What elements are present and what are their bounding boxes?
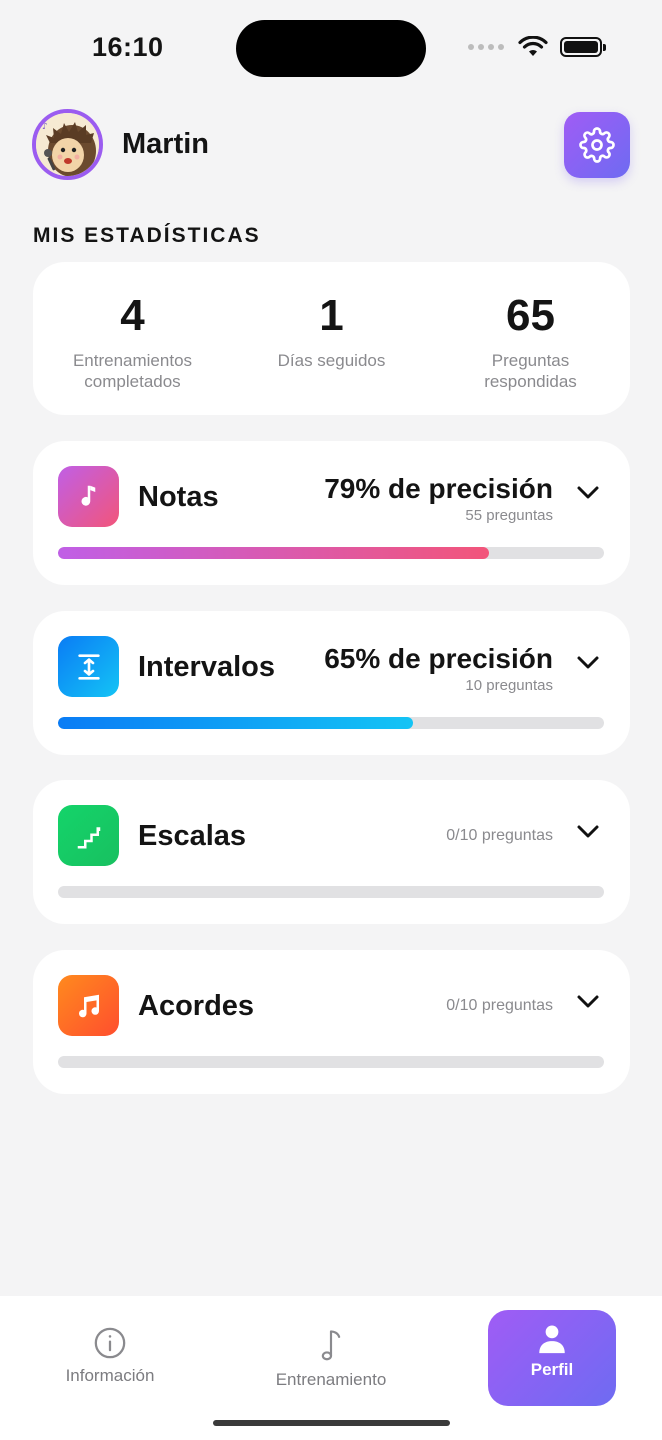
person-icon (539, 1325, 565, 1354)
progress-fill (58, 717, 413, 729)
info-icon (94, 1327, 126, 1359)
summary-value: 4 (120, 291, 145, 340)
tab-label: Perfil (530, 1360, 574, 1379)
category-card-escalas[interactable]: Escalas 0/10 preguntas (33, 780, 630, 924)
summary-label: Entrenamientos completados (72, 351, 193, 391)
summary-trainings: 4 Entrenamientos completados (33, 262, 232, 415)
chevron-down-icon[interactable] (576, 994, 600, 1010)
gear-icon (579, 127, 615, 163)
tab-entrenamiento[interactable]: Entrenamiento (265, 1326, 397, 1390)
user-name: Martin (122, 128, 209, 160)
avatar[interactable]: ♪ (32, 109, 103, 180)
progress-bar (58, 1056, 604, 1068)
summary-value: 1 (319, 291, 344, 340)
wifi-icon (518, 36, 548, 56)
interval-arrows-icon (77, 653, 100, 680)
settings-button[interactable] (564, 112, 630, 178)
category-card-acordes[interactable]: Acordes 0/10 preguntas (33, 950, 630, 1094)
category-name: Notas (138, 481, 219, 513)
tab-bar: Información Entrenamiento Perfil (0, 1296, 662, 1440)
chevron-down-icon[interactable] (576, 655, 600, 671)
tab-perfil[interactable]: Perfil (488, 1310, 616, 1406)
progress-fill (58, 547, 490, 559)
category-count: 10 preguntas (465, 677, 553, 694)
tab-informacion[interactable]: Información (60, 1326, 160, 1386)
summary-answered: 65 Preguntas respondidas (431, 262, 630, 415)
category-name: Acordes (138, 990, 255, 1022)
category-icon-box (58, 466, 119, 527)
category-card-intervalos[interactable]: Intervalos 65% de precisión 10 preguntas (33, 611, 630, 755)
music-note-icon (321, 1330, 341, 1361)
dynamic-island (236, 20, 426, 77)
category-name: Escalas (138, 820, 247, 852)
summary-card: 4 Entrenamientos completados 1 Días segu… (33, 262, 630, 415)
category-icon-box (58, 805, 119, 866)
stairs-icon (77, 826, 100, 848)
music-notes-icon (78, 994, 99, 1017)
svg-text:♪: ♪ (42, 122, 48, 132)
category-name: Intervalos (138, 651, 275, 683)
status-icons (468, 36, 606, 58)
summary-label: Días seguidos (277, 351, 386, 370)
category-count: 0/10 preguntas (446, 997, 553, 1014)
chevron-down-icon[interactable] (576, 824, 600, 840)
progress-bar (58, 886, 604, 898)
summary-streak: 1 Días seguidos (232, 262, 431, 415)
status-time: 16:10 (92, 32, 164, 62)
category-card-notas[interactable]: Notas 79% de precisión 55 preguntas (33, 441, 630, 585)
category-count: 0/10 preguntas (446, 827, 553, 844)
status-bar: 16:10 (0, 0, 662, 96)
battery-icon (560, 37, 606, 57)
category-count: 55 preguntas (465, 507, 553, 524)
tab-label: Información (65, 1366, 155, 1385)
music-note-icon (81, 485, 95, 506)
summary-label: Preguntas respondidas (484, 351, 577, 391)
section-title: MIS ESTADÍSTICAS (33, 224, 261, 247)
hedgehog-singer-avatar: ♪ (36, 113, 99, 176)
summary-value: 65 (506, 291, 555, 340)
category-precision: 79% de precisión (324, 473, 553, 504)
cellular-signal-icon (468, 44, 504, 50)
chevron-down-icon[interactable] (576, 485, 600, 501)
tab-label: Entrenamiento (275, 1370, 387, 1389)
category-icon-box (58, 636, 119, 697)
home-indicator (213, 1420, 450, 1426)
category-icon-box (58, 975, 119, 1036)
progress-bar (58, 717, 604, 729)
progress-bar (58, 547, 604, 559)
category-precision: 65% de precisión (324, 643, 553, 674)
